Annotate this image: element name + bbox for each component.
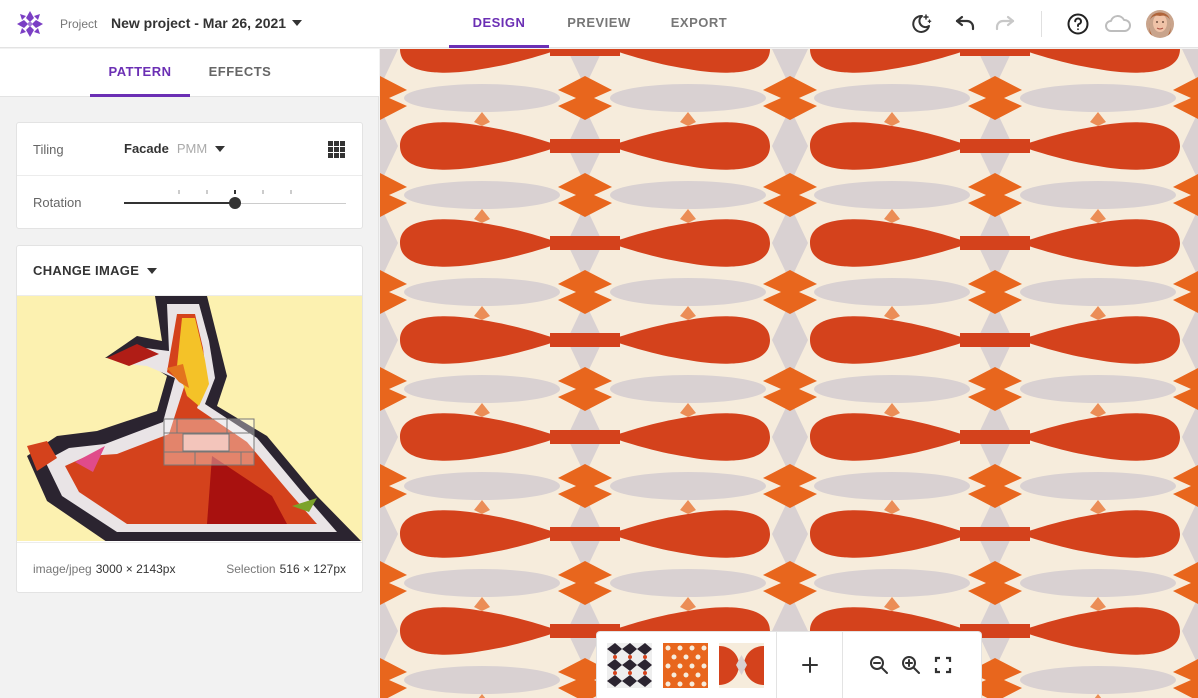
image-meta: image/jpeg 3000 × 2143px Selection 516 × 1…: [17, 542, 362, 593]
slider-tick: [206, 190, 208, 194]
rotation-label: Rotation: [33, 195, 82, 210]
avatar[interactable]: [1146, 10, 1174, 38]
fullscreen-icon[interactable]: [933, 655, 953, 675]
tiling-row: Tiling Facade PMM: [17, 123, 362, 176]
tab-preview[interactable]: PREVIEW: [549, 0, 649, 48]
add-pattern-button[interactable]: [777, 632, 843, 698]
pattern-thumbnail-3[interactable]: [719, 642, 764, 688]
zoom-out-icon[interactable]: [869, 655, 889, 675]
change-image-label: CHANGE IMAGE: [33, 263, 140, 278]
change-image-button[interactable]: CHANGE IMAGE: [33, 263, 158, 278]
sidebar: PATTERN EFFECTS Tiling Facade PMM Rotati…: [0, 49, 379, 698]
slider-fill: [124, 202, 235, 204]
tiling-label: Tiling: [33, 142, 64, 157]
main-tabs: DESIGN PREVIEW EXPORT: [449, 0, 749, 48]
bottom-toolbar: [596, 631, 982, 698]
app-logo-icon[interactable]: [16, 10, 44, 38]
night-mode-icon[interactable]: [908, 11, 934, 37]
project-name: New project - Mar 26, 2021: [111, 15, 287, 31]
slider-tick: [290, 190, 292, 194]
pattern-canvas[interactable]: [380, 49, 1198, 698]
tiling-code: PMM: [176, 141, 208, 156]
help-icon[interactable]: [1065, 11, 1091, 37]
top-bar: Project New project - Mar 26, 2021 DESIG…: [0, 0, 1198, 48]
project-label: Project: [60, 17, 98, 31]
sidebar-tabs: PATTERN EFFECTS: [0, 49, 379, 97]
chevron-down-icon: [215, 145, 226, 152]
project-name-dropdown[interactable]: New project - Mar 26, 2021: [111, 15, 303, 31]
zoom-in-icon[interactable]: [901, 655, 921, 675]
plus-icon: [801, 657, 818, 673]
slider-thumb[interactable]: [229, 197, 241, 209]
tab-effects[interactable]: EFFECTS: [190, 49, 290, 97]
pattern-thumbnail-1[interactable]: [607, 642, 652, 688]
chevron-down-icon: [147, 267, 158, 274]
tab-pattern[interactable]: PATTERN: [90, 49, 190, 97]
undo-icon[interactable]: [952, 11, 978, 37]
grid-icon[interactable]: [328, 141, 345, 158]
chevron-down-icon: [292, 20, 303, 26]
rotation-slider[interactable]: [124, 190, 346, 218]
tiling-dropdown[interactable]: Facade PMM: [124, 141, 226, 156]
selection-info: Selection 516 × 127px: [226, 562, 346, 576]
zoom-controls: [843, 632, 953, 698]
selection-size: 516 × 127px: [279, 562, 346, 576]
image-type: image/jpeg 3000 × 2143px: [33, 562, 176, 576]
source-image-card: CHANGE IMAGE image/jpeg 3000 × 2143px Se…: [16, 245, 363, 593]
slider-tick: [178, 190, 180, 194]
tab-export[interactable]: EXPORT: [649, 0, 749, 48]
slider-tick: [262, 190, 264, 194]
source-image[interactable]: [17, 295, 362, 541]
slider-tick-center: [234, 190, 236, 194]
tiling-name: Facade: [124, 141, 169, 156]
rotation-row: Rotation: [17, 176, 362, 229]
cloud-icon[interactable]: [1104, 11, 1132, 37]
header-divider: [1041, 11, 1042, 37]
image-dimensions: 3000 × 2143px: [95, 562, 176, 576]
redo-icon[interactable]: [992, 11, 1018, 37]
tab-design[interactable]: DESIGN: [449, 0, 549, 48]
pattern-thumbnails: [597, 632, 777, 698]
tiling-settings-card: Tiling Facade PMM Rotation: [16, 122, 363, 229]
pattern-thumbnail-2[interactable]: [663, 642, 708, 688]
